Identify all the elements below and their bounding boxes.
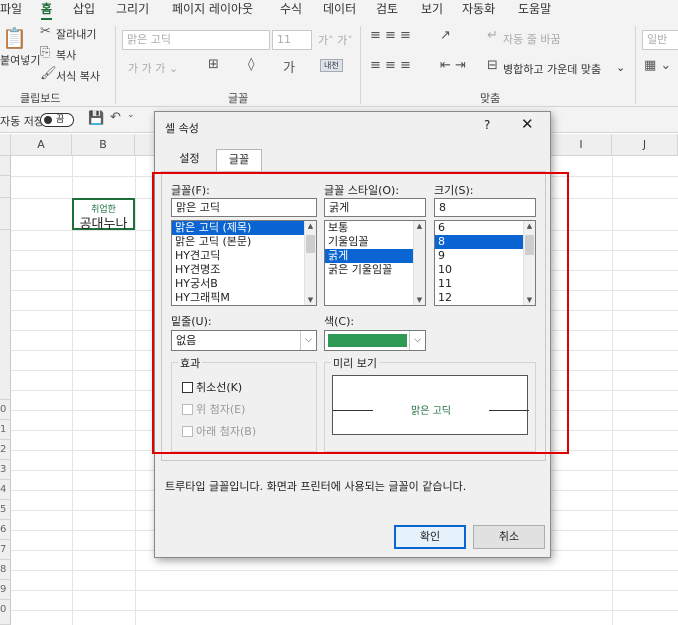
help-button[interactable]: ?: [484, 118, 490, 132]
cancel-button[interactable]: 취소: [473, 525, 545, 549]
gridline: [11, 610, 678, 611]
ribbon: 📋 붙여넣기 ✂ 잘라내기 ⎘ 복사 🖌 서식 복사 클립보드 맑은 고딕 11…: [0, 22, 678, 107]
alignment-group-label: 맞춤: [480, 92, 501, 105]
menu-help[interactable]: 도움말: [518, 0, 551, 20]
fill-color-icon[interactable]: ◊: [248, 57, 254, 72]
menu-bar: 파일 홈 삽입 그리기 페이지 레이아웃 수식 데이터 검토 보기 자동화 도움…: [0, 0, 678, 22]
row-header[interactable]: 5: [0, 500, 11, 520]
merge-center-button[interactable]: 병합하고 가운데 맞춤: [503, 61, 601, 77]
font-info-text: 트루타입 글꼴입니다. 화면과 프린터에 사용되는 글꼴이 같습니다.: [165, 480, 467, 493]
row-header[interactable]: 2: [0, 440, 11, 460]
copy-button[interactable]: 복사: [56, 47, 76, 63]
undo-dropdown-icon[interactable]: ⌄: [127, 110, 135, 120]
scissors-icon: ✂: [40, 24, 51, 39]
column-header-a[interactable]: A: [11, 134, 72, 156]
tab-settings[interactable]: 설정: [167, 149, 212, 171]
row-header[interactable]: [0, 156, 11, 176]
gridline: [11, 590, 678, 591]
row-header[interactable]: [0, 230, 11, 400]
ok-button[interactable]: 확인: [394, 525, 466, 549]
row-header[interactable]: [0, 176, 11, 198]
menu-file[interactable]: 파일: [0, 0, 22, 20]
row-header[interactable]: 8: [0, 560, 11, 580]
menu-view[interactable]: 보기: [421, 0, 443, 20]
font-name-box[interactable]: 맑은 고딕: [122, 30, 270, 50]
select-all-corner[interactable]: [0, 134, 11, 156]
row-header[interactable]: 3: [0, 460, 11, 480]
wrap-text-button[interactable]: 자동 줄 바꿈: [503, 31, 561, 47]
indent-icon[interactable]: ⇤ ⇥: [440, 58, 466, 73]
currency-icon[interactable]: ▦ ⌄: [644, 58, 671, 73]
selected-cell-b3[interactable]: 취업한 공대누나: [72, 198, 135, 232]
font-group-label: 글꼴: [228, 92, 249, 105]
row-header[interactable]: [0, 198, 11, 230]
dialog-title: 셀 속성: [165, 122, 199, 135]
menu-automate[interactable]: 자동화: [462, 0, 495, 20]
gridline: [11, 570, 678, 571]
clipboard-group-label: 클립보드: [20, 92, 61, 105]
column-header-j[interactable]: J: [612, 134, 678, 156]
align-top-icon[interactable]: ≡ ≡ ≡: [370, 28, 411, 43]
row-header[interactable]: 0: [0, 400, 11, 420]
autosave-toggle[interactable]: 끔: [40, 113, 74, 127]
cut-button[interactable]: 잘라내기: [56, 26, 96, 42]
paste-icon[interactable]: 📋: [2, 26, 27, 50]
row-header[interactable]: 7: [0, 540, 11, 560]
brush-icon: 🖌: [40, 66, 57, 81]
grow-font-icon[interactable]: 가˄ 가˅: [318, 32, 353, 48]
menu-data[interactable]: 데이터: [323, 0, 356, 20]
column-header-i[interactable]: I: [551, 134, 612, 156]
wrap-text-icon: ↵: [487, 28, 498, 43]
number-format-box[interactable]: 일반: [642, 30, 678, 50]
merge-icon: ⊟: [487, 58, 498, 73]
autosave-label: 자동 저장: [0, 115, 44, 128]
close-icon[interactable]: ✕: [521, 115, 534, 133]
cell-main-text: 공대누나: [79, 217, 128, 232]
paste-button[interactable]: 붙여넣기: [0, 52, 40, 68]
menu-formulas[interactable]: 수식: [280, 0, 302, 20]
border-icon[interactable]: ⊞: [208, 57, 219, 72]
row-header[interactable]: 1: [0, 420, 11, 440]
chevron-down-icon[interactable]: ⌄: [616, 61, 625, 74]
font-size-box[interactable]: 11: [272, 30, 312, 50]
highlight-box: [152, 172, 569, 454]
ribbon-separator: [360, 26, 361, 104]
column-header[interactable]: [135, 134, 155, 156]
menu-page-layout[interactable]: 페이지 레이아웃: [172, 0, 253, 20]
font-color-icon[interactable]: 가: [283, 57, 295, 76]
column-header-b[interactable]: B: [72, 134, 135, 156]
format-painter-button[interactable]: 서식 복사: [56, 68, 100, 84]
menu-review[interactable]: 검토: [376, 0, 398, 20]
tab-font[interactable]: 글꼴: [216, 149, 262, 172]
bold-italic-underline-icon[interactable]: 가 가 가 ⌄: [128, 60, 178, 76]
row-header[interactable]: 0: [0, 600, 11, 625]
row-header[interactable]: 9: [0, 580, 11, 600]
row-header[interactable]: 6: [0, 520, 11, 540]
undo-icon[interactable]: ↶: [110, 110, 121, 125]
ribbon-separator: [635, 26, 636, 104]
menu-home[interactable]: 홈: [41, 0, 53, 20]
menu-draw[interactable]: 그리기: [116, 0, 149, 20]
menu-insert[interactable]: 삽입: [73, 0, 95, 20]
save-icon[interactable]: 💾: [88, 111, 104, 126]
phonetic-icon[interactable]: 내천: [320, 59, 343, 72]
orientation-icon[interactable]: ↗: [440, 28, 451, 43]
align-left-icon[interactable]: ≡ ≡ ≡: [370, 58, 411, 73]
copy-icon: ⎘: [40, 45, 51, 60]
row-header[interactable]: 4: [0, 480, 11, 500]
ribbon-separator: [115, 26, 116, 104]
